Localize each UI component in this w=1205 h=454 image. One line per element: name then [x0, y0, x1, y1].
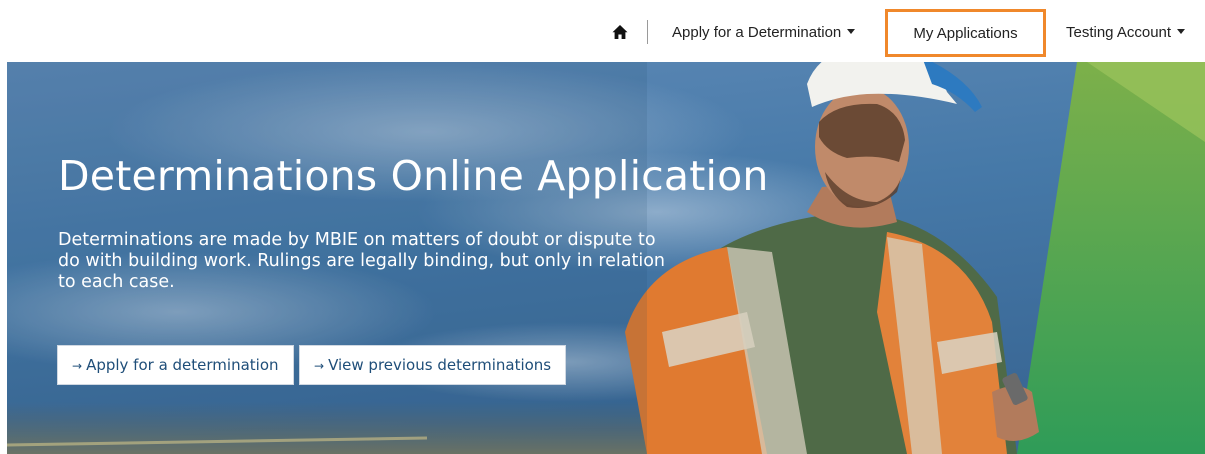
account-menu[interactable]: Testing Account — [1066, 24, 1186, 42]
chevron-down-icon — [847, 29, 856, 34]
arrow-right-icon: → — [314, 359, 325, 373]
top-navigation: Apply for a Determination My Application… — [0, 0, 1205, 62]
page-title: Determinations Online Application — [58, 152, 769, 200]
apply-for-determination-button[interactable]: → Apply for a determination — [57, 345, 294, 385]
view-button-label: View previous determinations — [328, 356, 552, 374]
apply-for-determination-menu[interactable]: Apply for a Determination — [672, 24, 856, 42]
arrow-right-icon: → — [72, 359, 83, 373]
apply-button-label: Apply for a determination — [86, 356, 279, 374]
my-applications-label: My Applications — [913, 24, 1018, 42]
my-applications-link[interactable]: My Applications — [885, 9, 1046, 57]
apply-menu-label: Apply for a Determination — [672, 24, 842, 41]
view-previous-determinations-button[interactable]: → View previous determinations — [299, 345, 566, 385]
nav-divider — [647, 20, 648, 44]
account-menu-label: Testing Account — [1066, 24, 1172, 41]
hero-description: Determinations are made by MBIE on matte… — [58, 230, 665, 292]
hero-banner: Determinations Online Application Determ… — [7, 62, 1205, 454]
home-icon[interactable] — [612, 24, 628, 40]
chevron-down-icon — [1177, 29, 1186, 34]
